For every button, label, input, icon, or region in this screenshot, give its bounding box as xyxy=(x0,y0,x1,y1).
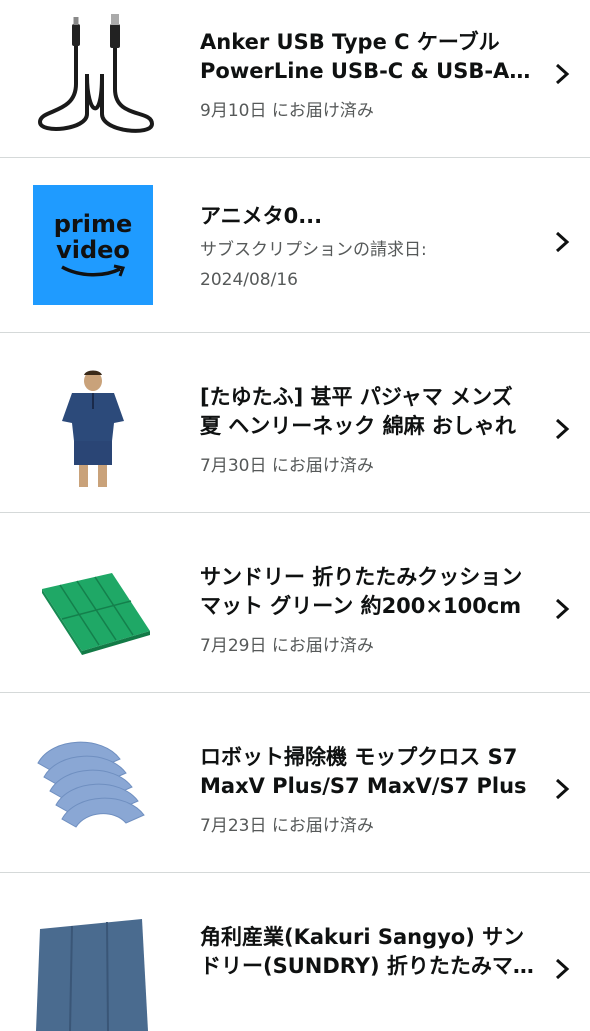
chevron-right-icon[interactable] xyxy=(552,597,572,621)
order-item-folding-mat[interactable]: 角利産業(Kakuri Sangyo) サンドリー(SUNDRY) 折りたたみマ… xyxy=(0,873,590,1031)
order-title[interactable]: Anker USB Type C ケーブル PowerLine USB-C & … xyxy=(200,28,535,86)
prime-video-logo: prime video xyxy=(32,184,154,306)
order-title[interactable]: アニメタ0... xyxy=(200,202,535,231)
chevron-right-icon[interactable] xyxy=(552,230,572,254)
logo-text-prime: prime xyxy=(53,210,133,238)
order-title[interactable]: [たゆたふ] 甚平 パジャマ メンズ 夏 ヘンリーネック 綿麻 おしゃれ xyxy=(200,383,535,441)
delivery-status: 7月29日 にお届け済み xyxy=(200,636,374,656)
order-title[interactable]: サンドリー 折りたたみクッションマット グリーン 約200×100cm xyxy=(200,563,535,621)
smile-arrow-icon xyxy=(61,264,126,277)
chevron-right-icon[interactable] xyxy=(552,777,572,801)
order-item-cushion-mat[interactable]: サンドリー 折りたたみクッションマット グリーン 約200×100cm 7月29… xyxy=(0,513,590,693)
delivery-status: 7月23日 にお届け済み xyxy=(200,816,374,836)
order-title[interactable]: ロボット掃除機 モップクロス S7 MaxV Plus/S7 MaxV/S7 P… xyxy=(200,743,535,801)
order-item-jinbei[interactable]: [たゆたふ] 甚平 パジャマ メンズ 夏 ヘンリーネック 綿麻 おしゃれ 7月3… xyxy=(0,333,590,513)
order-history-list: Anker USB Type C ケーブル PowerLine USB-C & … xyxy=(0,0,590,1031)
logo-text-video: video xyxy=(56,236,130,264)
subscription-billing-date: 2024/08/16 xyxy=(200,270,298,290)
mop-cloth-image xyxy=(32,729,154,851)
chevron-right-icon[interactable] xyxy=(552,417,572,441)
delivery-status: 9月10日 にお届け済み xyxy=(200,101,374,121)
folding-mat-image xyxy=(32,909,154,1031)
delivery-status: 7月30日 にお届け済み xyxy=(200,456,374,476)
order-item-anker-cable[interactable]: Anker USB Type C ケーブル PowerLine USB-C & … xyxy=(0,0,590,158)
order-title[interactable]: 角利産業(Kakuri Sangyo) サンドリー(SUNDRY) 折りたたみマ… xyxy=(200,923,535,981)
chevron-right-icon[interactable] xyxy=(552,957,572,981)
usb-cable-image xyxy=(32,14,154,136)
order-item-prime-video[interactable]: prime video アニメタ0... サブスクリプションの請求日: 2024… xyxy=(0,158,590,333)
chevron-right-icon[interactable] xyxy=(552,62,572,86)
subscription-billing-label: サブスクリプションの請求日: xyxy=(200,240,427,260)
order-item-mop-cloth[interactable]: ロボット掃除機 モップクロス S7 MaxV Plus/S7 MaxV/S7 P… xyxy=(0,693,590,873)
pajama-model-image xyxy=(32,369,154,491)
green-mat-image xyxy=(32,549,154,671)
